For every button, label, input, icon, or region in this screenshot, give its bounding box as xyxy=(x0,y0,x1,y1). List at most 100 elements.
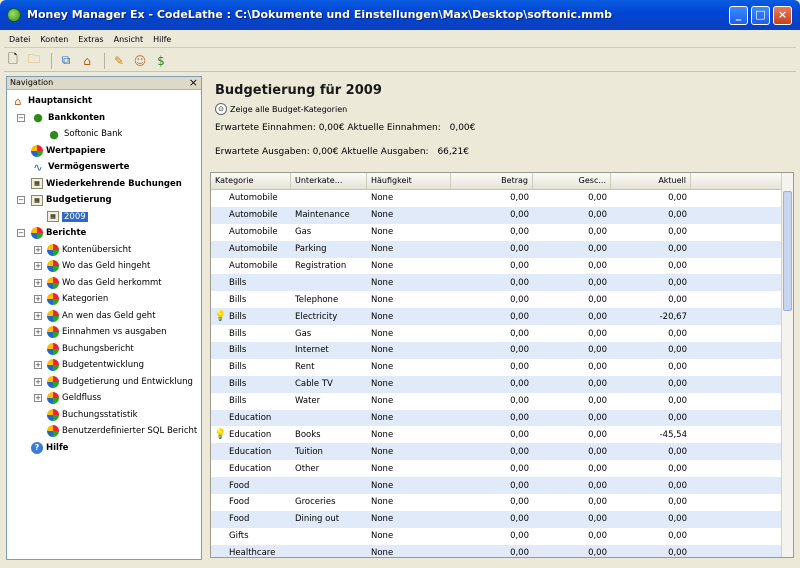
table-row[interactable]: Bills None 0,00 0,00 0,00 xyxy=(211,274,793,292)
tree-node-report[interactable]: + Kategorien xyxy=(7,291,201,308)
table-row[interactable]: 💡 Bills Electricity None 0,00 0,00 -20,67 xyxy=(211,308,793,326)
tree-node-softonic-bank[interactable]: ● Softonic Bank xyxy=(7,126,201,143)
tree-node-budgetierung[interactable]: − ▦ Budgetierung xyxy=(7,192,201,209)
cell-aktuell: 0,00 xyxy=(668,379,687,390)
menu-hilfe[interactable]: Hilfe xyxy=(148,35,176,44)
title-bar[interactable]: Money Manager Ex - CodeLathe : C:\Dokume… xyxy=(0,0,800,30)
tree-label: Wiederkehrende Buchungen xyxy=(46,178,182,189)
show-all-categories-button[interactable]: ⊙ Zeige alle Budget-Kategorien xyxy=(215,103,347,115)
vertical-scrollbar[interactable] xyxy=(781,173,793,557)
column-header-unterkategorie[interactable]: Unterkate... xyxy=(291,173,367,190)
menu-konten[interactable]: Konten xyxy=(35,35,73,44)
table-row[interactable]: Automobile Parking None 0,00 0,00 0,00 xyxy=(211,240,793,258)
table-row[interactable]: Food Dining out None 0,00 0,00 0,00 xyxy=(211,510,793,528)
money-icon[interactable]: $ xyxy=(152,52,170,70)
cell-betrag: 0,00 xyxy=(510,446,529,457)
tree-node-wiederkehrende-buchungen[interactable]: ▦ Wiederkehrende Buchungen xyxy=(7,176,201,193)
table-row[interactable]: Automobile Gas None 0,00 0,00 0,00 xyxy=(211,224,793,241)
column-header-betrag[interactable]: Betrag xyxy=(451,173,533,190)
table-row[interactable]: Food None 0,00 0,00 0,00 xyxy=(211,477,793,495)
menu-datei[interactable]: Datei xyxy=(4,35,35,44)
tree-node-report[interactable]: + Einnahmen vs ausgaben xyxy=(7,324,201,341)
tree-node-report[interactable]: + Budgetierung und Entwicklung xyxy=(7,374,201,391)
expand-icon[interactable]: + xyxy=(34,311,42,320)
navigation-header: Navigation × xyxy=(7,76,201,90)
table-row[interactable]: Education None 0,00 0,00 0,00 xyxy=(211,409,793,427)
expand-icon[interactable]: + xyxy=(34,295,42,304)
collapse-icon[interactable]: − xyxy=(17,229,25,238)
tree-node-berichte[interactable]: − Berichte xyxy=(7,225,201,242)
navigation-tree: ⌂ Hauptansicht − ● Bankkonten ● Softonic… xyxy=(7,90,201,456)
tree-node-hauptansicht[interactable]: ⌂ Hauptansicht xyxy=(7,93,201,110)
cell-kategorie: Food xyxy=(229,514,250,525)
cell-geschaetzt: 0,00 xyxy=(588,193,607,204)
expand-icon[interactable]: + xyxy=(34,262,42,271)
tree-node-report[interactable]: Benutzerdefinierter SQL Bericht xyxy=(7,423,201,440)
tree-node-report[interactable]: + Budgetentwicklung xyxy=(7,357,201,374)
expand-icon[interactable]: + xyxy=(34,377,42,386)
table-row[interactable]: Bills Cable TV None 0,00 0,00 0,00 xyxy=(211,375,793,393)
expand-icon[interactable]: + xyxy=(34,394,42,403)
column-header-haeufigkeit[interactable]: Häufigkeit xyxy=(367,173,451,190)
budget-table[interactable]: Kategorie Unterkate... Häufigkeit Betrag… xyxy=(210,172,794,558)
table-row[interactable]: Bills Internet None 0,00 0,00 0,00 xyxy=(211,342,793,359)
tree-node-report[interactable]: + Kontenübersicht xyxy=(7,242,201,259)
tree-label: Buchungsbericht xyxy=(62,343,134,354)
tree-node-hilfe[interactable]: ? Hilfe xyxy=(7,440,201,457)
tree-label: Bankkonten xyxy=(48,112,106,123)
tree-node-vermoegenswerte[interactable]: ∿ Vermögenswerte xyxy=(7,159,201,176)
column-header-kategorie[interactable]: Kategorie xyxy=(211,173,291,190)
table-row[interactable]: Automobile Registration None 0,00 0,00 0,00 xyxy=(211,258,793,275)
cell-unterkategorie: Maintenance xyxy=(295,210,350,221)
tree-label: Benutzerdefinierter SQL Bericht xyxy=(62,426,198,437)
table-row[interactable]: Bills Telephone None 0,00 0,00 0,00 xyxy=(211,291,793,308)
minimize-button[interactable]: _ xyxy=(729,6,748,25)
tree-node-report[interactable]: + Wo das Geld hingeht xyxy=(7,258,201,275)
expand-icon[interactable]: + xyxy=(34,278,42,287)
tree-node-report[interactable]: Buchungsstatistik xyxy=(7,407,201,424)
table-row[interactable]: Automobile None 0,00 0,00 0,00 xyxy=(211,190,793,207)
close-button[interactable]: × xyxy=(773,6,792,25)
new-file-icon[interactable]: 🗋 xyxy=(4,52,22,70)
edit-icon[interactable]: ✎ xyxy=(110,52,128,70)
table-row[interactable]: Education Other None 0,00 0,00 0,00 xyxy=(211,460,793,477)
open-folder-icon[interactable]: 🗀 xyxy=(25,52,43,70)
accounts-icon[interactable]: ⧉ xyxy=(57,52,75,70)
table-row[interactable]: Gifts None 0,00 0,00 0,00 xyxy=(211,528,793,545)
collapse-icon[interactable]: − xyxy=(17,113,25,122)
table-row[interactable]: Automobile Maintenance None 0,00 0,00 0,00 xyxy=(211,206,793,224)
tree-node-report[interactable]: + Geldfluss xyxy=(7,390,201,407)
table-row[interactable]: Bills Water None 0,00 0,00 0,00 xyxy=(211,393,793,410)
home-icon[interactable]: ⌂ xyxy=(78,52,96,70)
table-row[interactable]: Bills Gas None 0,00 0,00 0,00 xyxy=(211,325,793,342)
table-row[interactable]: Education Tuition None 0,00 0,00 0,00 xyxy=(211,443,793,461)
tree-node-report[interactable]: + Wo das Geld herkommt xyxy=(7,275,201,292)
tree-node-report[interactable]: + An wen das Geld geht xyxy=(7,308,201,325)
table-row[interactable]: Healthcare None 0,00 0,00 0,00 xyxy=(211,544,793,557)
table-row[interactable]: Food Groceries None 0,00 0,00 0,00 xyxy=(211,494,793,511)
navigation-close-icon[interactable]: × xyxy=(189,76,198,89)
table-row[interactable]: 💡 Education Books None 0,00 0,00 -45,54 xyxy=(211,426,793,443)
cell-aktuell: 0,00 xyxy=(668,514,687,525)
expand-icon[interactable]: + xyxy=(34,245,42,254)
menu-ansicht[interactable]: Ansicht xyxy=(109,35,149,44)
menu-extras[interactable]: Extras xyxy=(73,35,108,44)
cell-betrag: 0,00 xyxy=(510,413,529,424)
table-row[interactable]: Bills Rent None 0,00 0,00 0,00 xyxy=(211,359,793,376)
tree-node-report[interactable]: Buchungsbericht xyxy=(7,341,201,358)
expected-income-label: Erwartete Einnahmen: xyxy=(215,123,316,133)
expand-icon[interactable]: + xyxy=(34,328,42,337)
column-header-aktuell[interactable]: Aktuell xyxy=(611,173,691,190)
cell-aktuell: 0,00 xyxy=(668,480,687,491)
tree-node-2009[interactable]: ▦ 2009 xyxy=(7,209,201,226)
column-header-geschaetzt[interactable]: Gesc... xyxy=(533,173,611,190)
maximize-button[interactable]: □ xyxy=(751,6,770,25)
tree-node-wertpapiere[interactable]: Wertpapiere xyxy=(7,143,201,160)
cell-unterkategorie: Electricity xyxy=(295,311,338,322)
expand-icon[interactable]: + xyxy=(34,361,42,370)
tree-node-bankkonten[interactable]: − ● Bankkonten xyxy=(7,110,201,127)
collapse-icon[interactable]: − xyxy=(17,196,25,205)
tree-label: An wen das Geld geht xyxy=(62,310,156,321)
scrollbar-thumb[interactable] xyxy=(783,191,792,311)
users-icon[interactable]: ☺ xyxy=(131,52,149,70)
